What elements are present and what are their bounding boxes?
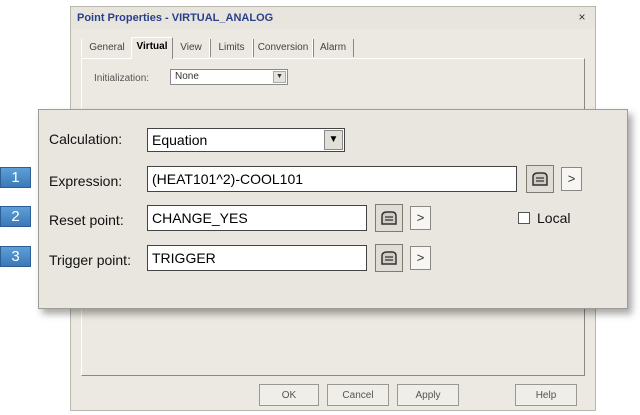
callout-badge-3: 3 [0,246,31,267]
initialization-label: Initialization: [94,73,150,84]
chevron-down-icon[interactable]: ▼ [273,71,286,83]
tab-conversion[interactable]: Conversion [252,39,314,57]
help-button[interactable]: Help [515,384,577,406]
initialization-value: None [175,71,199,82]
callout-badge-1: 1 [0,167,31,188]
initialization-select[interactable]: None ▼ [170,69,288,85]
trigger-point-arrow-button[interactable]: > [410,246,431,270]
trigger-point-label: Trigger point: [49,252,131,268]
point-browser-icon [381,251,397,265]
calculation-value: Equation [152,132,208,148]
reset-point-input[interactable]: CHANGE_YES [147,205,367,231]
calculation-select[interactable]: Equation ▼ [147,128,345,152]
tab-limits[interactable]: Limits [209,39,254,57]
expression-arrow-button[interactable]: > [561,167,582,191]
point-browser-icon [381,211,397,225]
apply-button[interactable]: Apply [397,384,459,406]
expression-editor-button[interactable] [526,165,554,193]
callout-badge-2: 2 [0,206,31,227]
local-label: Local [537,210,571,226]
tab-view[interactable]: View [171,39,211,57]
close-icon[interactable]: × [575,11,589,24]
reset-point-browse-button[interactable] [375,204,403,232]
expression-label: Expression: [49,173,123,189]
tab-general[interactable]: General [81,39,133,57]
window-title: Point Properties - VIRTUAL_ANALOG [71,7,595,29]
reset-point-label: Reset point: [49,212,124,228]
local-checkbox[interactable] [518,212,530,224]
tab-alarm[interactable]: Alarm [312,39,354,57]
trigger-point-input[interactable]: TRIGGER [147,245,367,271]
cancel-button[interactable]: Cancel [327,384,389,406]
expression-input[interactable]: (HEAT101^2)-COOL101 [147,166,517,192]
reset-point-arrow-button[interactable]: > [410,206,431,230]
tab-virtual[interactable]: Virtual [131,37,173,59]
virtual-settings-panel: Calculation: Equation ▼ Expression: (HEA… [38,109,628,309]
trigger-point-browse-button[interactable] [375,244,403,272]
ok-button[interactable]: OK [259,384,319,406]
point-browser-icon [532,172,548,186]
chevron-down-icon[interactable]: ▼ [324,130,343,150]
calculation-label: Calculation: [49,131,123,147]
